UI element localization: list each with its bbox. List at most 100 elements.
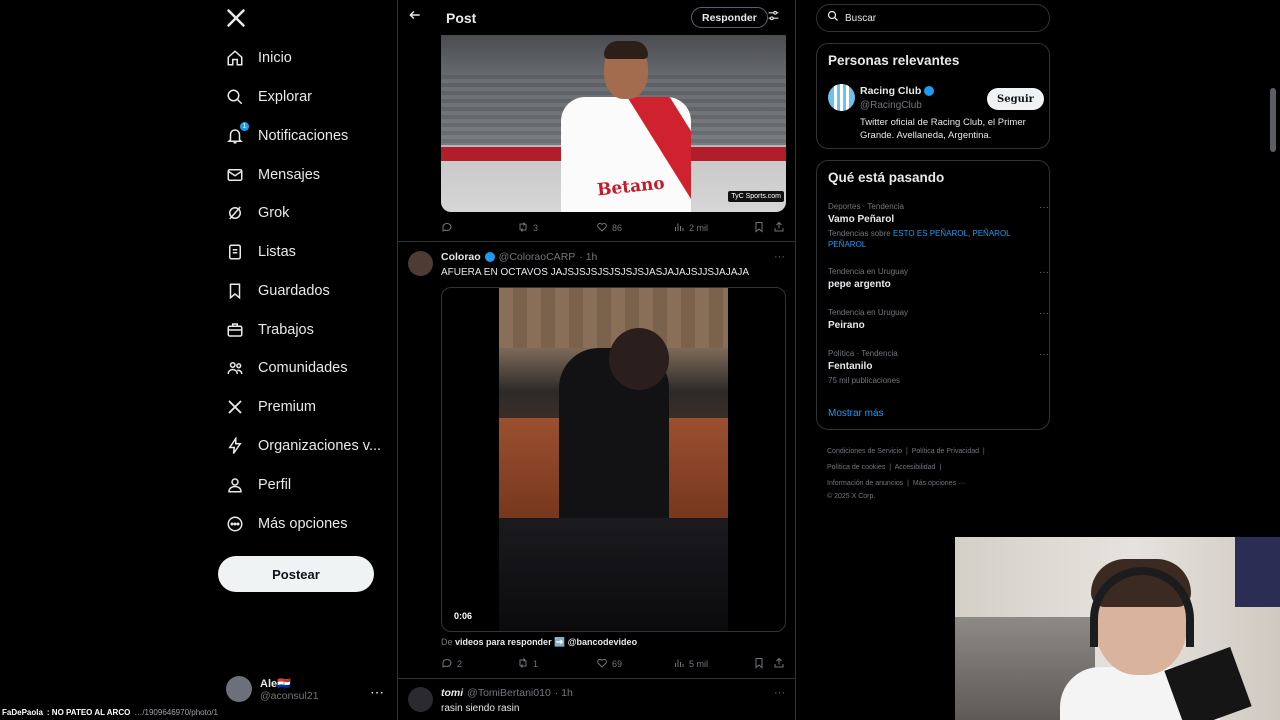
reply-button[interactable]: Responder xyxy=(691,7,768,28)
share-action[interactable] xyxy=(773,221,785,235)
bookmark-action[interactable] xyxy=(753,221,765,235)
trend-more-icon[interactable]: ··· xyxy=(1039,267,1049,278)
tweet-video[interactable]: 0:06 xyxy=(441,287,786,632)
trends-card: Qué está pasando Deportes · Tendencia Va… xyxy=(816,160,1050,430)
avatar[interactable] xyxy=(408,251,433,276)
bookmark-action[interactable] xyxy=(753,657,765,671)
tweet-time[interactable]: · 1h xyxy=(579,251,597,263)
repost-action[interactable]: 3 xyxy=(517,221,538,235)
nav-item-grok[interactable]: Grok xyxy=(226,197,289,229)
show-more-link[interactable]: Mostrar más xyxy=(828,408,884,419)
trend-extra-prefix: Tendencias sobre xyxy=(828,229,891,238)
image-sponsor-text: Betano xyxy=(596,173,666,201)
tweet-image[interactable]: Betano TyC Sports.com xyxy=(441,35,786,212)
footer-privacy[interactable]: Política de Privacidad xyxy=(912,448,979,455)
footer-links: Condiciones de Servicio | Política de Pr… xyxy=(827,444,1042,502)
repost-icon xyxy=(517,221,529,235)
image-player: Betano xyxy=(561,41,691,212)
trend-item[interactable]: Tendencia en Uruguay Peirano ··· xyxy=(828,308,1049,331)
trend-meta: Política · Tendencia xyxy=(828,349,898,358)
nav-item-guardados[interactable]: Guardados xyxy=(226,275,330,307)
settings-sliders-icon[interactable] xyxy=(767,9,780,25)
trend-name: Peirano xyxy=(828,320,865,331)
video-frame xyxy=(499,288,728,631)
views-action[interactable]: 5 mil xyxy=(673,657,708,671)
footer-ads[interactable]: Información de anuncios xyxy=(827,480,903,487)
trend-meta: Tendencia en Uruguay xyxy=(828,308,909,317)
share-action[interactable] xyxy=(773,657,785,671)
nav-item-inicio[interactable]: Inicio xyxy=(226,42,292,74)
trend-more-icon[interactable]: ··· xyxy=(1039,349,1049,360)
tweet-author-handle[interactable]: @TomiBertani010 xyxy=(467,687,551,699)
heart-icon xyxy=(596,221,608,235)
avatar[interactable] xyxy=(408,687,433,712)
nav-item-perfil[interactable]: Perfil xyxy=(226,469,291,501)
trend-item[interactable]: Tendencia en Uruguay pepe argento ··· xyxy=(828,267,1049,290)
trend-meta: Deportes · Tendencia xyxy=(828,202,904,211)
grok-icon xyxy=(226,204,244,222)
trend-extra: Tendencias sobre ESTO ES PEÑAROL, PEÑARO… xyxy=(828,228,1043,250)
tweet-author-name[interactable]: tomi xyxy=(441,687,463,699)
tweet-more-icon[interactable]: ··· xyxy=(774,687,785,699)
trend-meta: Tendencia en Uruguay xyxy=(828,267,909,276)
back-arrow-icon[interactable] xyxy=(408,8,422,25)
search-input[interactable] xyxy=(845,12,1035,24)
image-hair xyxy=(604,41,648,59)
footer-more[interactable]: Más opciones ··· xyxy=(913,480,965,487)
alert-name: FaDePaola xyxy=(2,708,43,717)
post-header: Post Responder xyxy=(398,0,795,34)
search-icon xyxy=(226,88,244,106)
account-more-icon[interactable]: ⋯ xyxy=(370,684,384,701)
nav-label: Notificaciones xyxy=(258,128,349,144)
nav-item-trabajos[interactable]: Trabajos xyxy=(226,314,314,346)
search-box[interactable] xyxy=(816,4,1050,32)
tweet-time[interactable]: · 1h xyxy=(555,687,573,699)
page-title: Post xyxy=(446,10,477,26)
nav-item-organizaciones[interactable]: Organizaciones v... xyxy=(226,430,381,462)
views-action[interactable]: 2 mil xyxy=(673,221,708,235)
footer-accessibility[interactable]: Accesibilidad xyxy=(895,464,936,471)
footer-copyright: © 2025 X Corp. xyxy=(827,493,876,500)
nav-item-explorar[interactable]: Explorar xyxy=(226,81,312,113)
repost-count: 3 xyxy=(533,223,539,233)
nav-item-mas-opciones[interactable]: Más opciones xyxy=(226,508,347,540)
like-action[interactable]: 69 xyxy=(596,657,622,671)
trend-more-icon[interactable]: ··· xyxy=(1039,308,1049,319)
repost-action[interactable]: 1 xyxy=(517,657,538,671)
search-icon xyxy=(827,9,839,27)
video-person-head xyxy=(609,328,669,390)
reply-action[interactable]: 2 xyxy=(441,657,462,671)
tweet-header: Colorao @ColoraoCARP · 1h xyxy=(441,251,597,263)
x-logo-icon[interactable] xyxy=(226,8,246,34)
nav-item-premium[interactable]: Premium xyxy=(226,391,316,423)
tweet-more-icon[interactable]: ··· xyxy=(774,251,785,263)
follow-button[interactable]: Seguir xyxy=(987,88,1044,110)
relevant-name[interactable]: Racing Club xyxy=(860,85,935,97)
relevant-handle[interactable]: @RacingClub xyxy=(860,100,922,111)
reply-action[interactable] xyxy=(441,221,457,235)
trend-more-icon[interactable]: ··· xyxy=(1039,202,1049,213)
tweet-author-name[interactable]: Colorao xyxy=(441,251,481,263)
page-scrollbar[interactable] xyxy=(1270,88,1276,152)
account-handle: @aconsul21 xyxy=(260,689,319,702)
image-watermark: TyC Sports.com xyxy=(728,191,784,202)
nav-label: Grok xyxy=(258,205,290,221)
nav-item-listas[interactable]: Listas xyxy=(226,236,296,268)
post-button[interactable]: Postear xyxy=(218,556,374,592)
trend-item[interactable]: Política · Tendencia Fentanilo 75 mil pu… xyxy=(828,349,1049,386)
trend-item[interactable]: Deportes · Tendencia Vamo Peñarol Tenden… xyxy=(828,202,1049,250)
footer-terms[interactable]: Condiciones de Servicio xyxy=(827,448,902,455)
tweet-author-handle[interactable]: @ColoraoCARP xyxy=(499,251,576,263)
video-source[interactable]: De videos para responder ➡️ @bancodevide… xyxy=(441,637,637,648)
repost-icon xyxy=(517,657,529,671)
bell-icon: 1 xyxy=(226,122,249,145)
account-switcher[interactable]: Ale🇵🇾 @aconsul21 xyxy=(226,676,319,702)
relevant-name-text: Racing Club xyxy=(860,85,922,97)
video-source-account[interactable]: videos para responder ➡️ @bancodevideo xyxy=(455,637,637,647)
nav-item-comunidades[interactable]: Comunidades xyxy=(226,352,347,384)
nav-item-mensajes[interactable]: Mensajes xyxy=(226,159,320,191)
nav-item-notificaciones[interactable]: 1 Notificaciones xyxy=(226,120,348,152)
avatar[interactable] xyxy=(828,84,855,111)
like-action[interactable]: 86 xyxy=(596,221,622,235)
footer-cookies[interactable]: Política de cookies xyxy=(827,464,885,471)
